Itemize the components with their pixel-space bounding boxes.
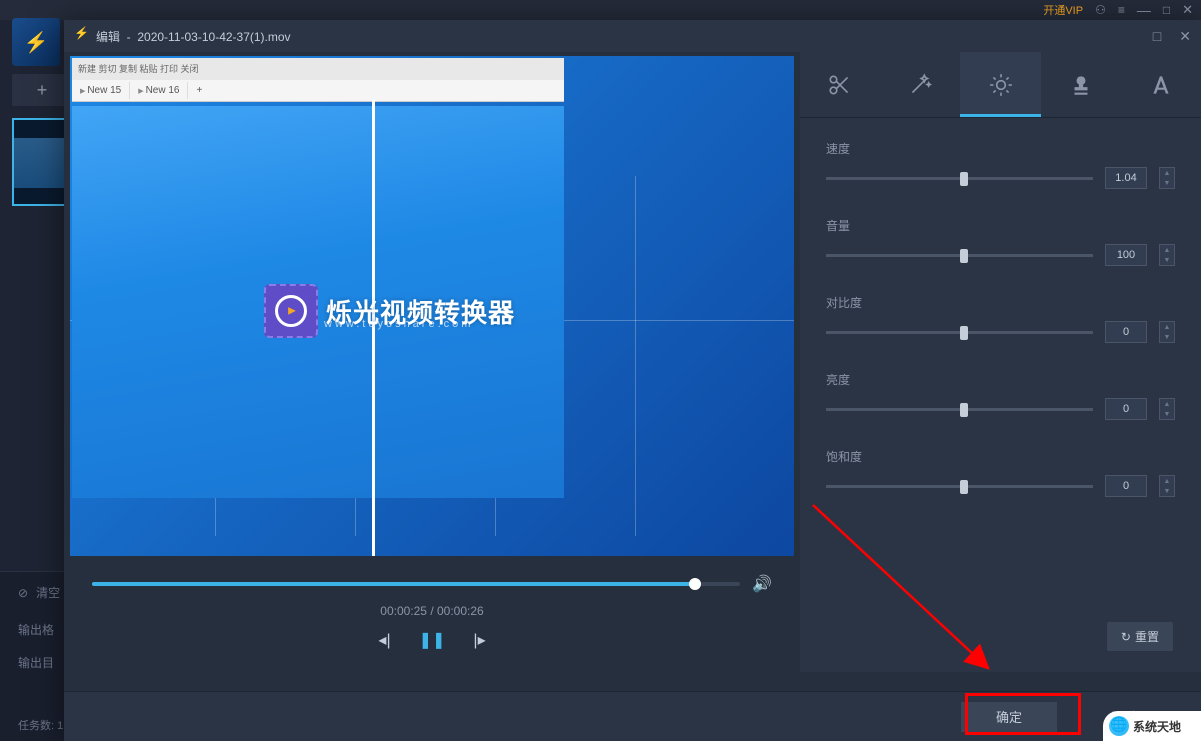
speed-spinner[interactable]: ▲▼ [1159, 167, 1175, 189]
ok-button[interactable]: 确定 [961, 702, 1057, 732]
watermark-icon [264, 284, 318, 338]
mock-tab-1: New 15 [72, 82, 130, 99]
app-logo [12, 18, 60, 66]
next-frame-button[interactable]: |▸ [473, 630, 485, 650]
video-preview[interactable]: 新建 剪切 复制 粘贴 打印 关闭 New 15 New 16 + 烁光视频 [70, 56, 794, 556]
clear-label[interactable]: 清空 [36, 584, 60, 601]
saturation-value[interactable]: 0 [1105, 475, 1147, 497]
adjust-sliders: 速度 1.04 ▲▼ 音量 100 ▲▼ 对比度 [800, 118, 1201, 672]
chevron-up-icon: ▲ [1160, 168, 1174, 178]
dialog-maximize-icon[interactable]: □ [1153, 28, 1161, 45]
settings-pane: 速度 1.04 ▲▼ 音量 100 ▲▼ 对比度 [800, 52, 1201, 672]
bg-close-icon[interactable]: ✕ [1182, 2, 1193, 18]
menu-icon[interactable]: ≡ [1118, 3, 1125, 17]
saturation-slider[interactable] [826, 485, 1093, 488]
watermark-url: www.toyoshare.com [324, 318, 473, 330]
scissors-icon [827, 72, 853, 98]
editor-dialog: 编辑 - 2020-11-03-10-42-37(1).mov □ ✕ 新建 剪… [64, 20, 1201, 741]
time-display: 00:00:25 / 00:00:26 [84, 604, 780, 618]
slider-saturation: 饱和度 0 ▲▼ [826, 448, 1175, 497]
timeline-area: 🔊 00:00:25 / 00:00:26 ◂| ❚❚ |▸ [70, 556, 794, 658]
chevron-down-icon: ▼ [1160, 178, 1174, 188]
brightness-value[interactable]: 0 [1105, 398, 1147, 420]
mock-tab-add: + [188, 82, 210, 99]
video-thumbnail[interactable] [12, 118, 72, 206]
volume-value[interactable]: 100 [1105, 244, 1147, 266]
pause-button[interactable]: ❚❚ [419, 630, 446, 650]
mock-desktop: 新建 剪切 复制 粘贴 打印 关闭 New 15 New 16 + 烁光视频 [70, 56, 794, 556]
playback-controls: ◂| ❚❚ |▸ [84, 630, 780, 658]
preview-pane: 新建 剪切 复制 粘贴 打印 关闭 New 15 New 16 + 烁光视频 [64, 52, 800, 672]
bg-maximize-icon[interactable]: □ [1163, 3, 1170, 17]
contrast-value[interactable]: 0 [1105, 321, 1147, 343]
brightness-spinner[interactable]: ▲▼ [1159, 398, 1175, 420]
dialog-close-icon[interactable]: ✕ [1179, 28, 1191, 45]
tab-trim[interactable] [800, 52, 880, 117]
tab-effects[interactable] [880, 52, 960, 117]
speed-value[interactable]: 1.04 [1105, 167, 1147, 189]
bg-minimize-icon[interactable]: — [1137, 2, 1151, 18]
volume-slider[interactable] [826, 254, 1093, 257]
dialog-footer: 确定 取消 [64, 691, 1201, 741]
tool-tabs [800, 52, 1201, 118]
mock-tab-2: New 16 [130, 82, 188, 99]
slider-speed: 速度 1.04 ▲▼ [826, 140, 1175, 189]
output-format-label: 输出格 [18, 621, 54, 638]
text-icon [1148, 72, 1174, 98]
user-icon[interactable]: ⚇ [1095, 3, 1106, 17]
brightness-icon [988, 72, 1014, 98]
mock-tabs: New 15 New 16 + [72, 80, 564, 102]
wand-icon [907, 72, 933, 98]
globe-icon [1109, 716, 1129, 736]
slider-contrast: 对比度 0 ▲▼ [826, 294, 1175, 343]
add-button[interactable]: + [12, 74, 72, 106]
brightness-slider[interactable] [826, 408, 1093, 411]
output-dir-label: 输出目 [18, 654, 54, 671]
tab-text[interactable] [1121, 52, 1201, 117]
saturation-spinner[interactable]: ▲▼ [1159, 475, 1175, 497]
speed-slider[interactable] [826, 177, 1093, 180]
watermark-overlay: 烁光视频转换器 www.toyoshare.com [264, 284, 515, 338]
timeline-thumb[interactable] [689, 578, 701, 590]
site-watermark: 系统天地 [1103, 711, 1201, 741]
dialog-logo-icon [74, 28, 90, 44]
bg-topbar: 开通VIP ⚇ ≡ — □ ✕ [0, 0, 1201, 20]
clear-icon[interactable]: ⊘ [18, 586, 28, 600]
prev-frame-button[interactable]: ◂| [378, 630, 390, 650]
dialog-title: 编辑 - 2020-11-03-10-42-37(1).mov [96, 28, 291, 45]
vip-link[interactable]: 开通VIP [1043, 2, 1083, 18]
volume-spinner[interactable]: ▲▼ [1159, 244, 1175, 266]
stamp-icon [1068, 72, 1094, 98]
volume-icon[interactable]: 🔊 [752, 574, 772, 594]
contrast-spinner[interactable]: ▲▼ [1159, 321, 1175, 343]
mock-window-header: 新建 剪切 复制 粘贴 打印 关闭 [72, 58, 564, 80]
slider-volume: 音量 100 ▲▼ [826, 217, 1175, 266]
slider-brightness: 亮度 0 ▲▼ [826, 371, 1175, 420]
reset-button[interactable]: 重置 [1107, 622, 1173, 651]
timeline-slider[interactable]: 🔊 [92, 582, 740, 586]
dialog-titlebar[interactable]: 编辑 - 2020-11-03-10-42-37(1).mov □ ✕ [64, 20, 1201, 52]
tab-watermark[interactable] [1041, 52, 1121, 117]
contrast-slider[interactable] [826, 331, 1093, 334]
tab-adjust[interactable] [960, 52, 1040, 117]
